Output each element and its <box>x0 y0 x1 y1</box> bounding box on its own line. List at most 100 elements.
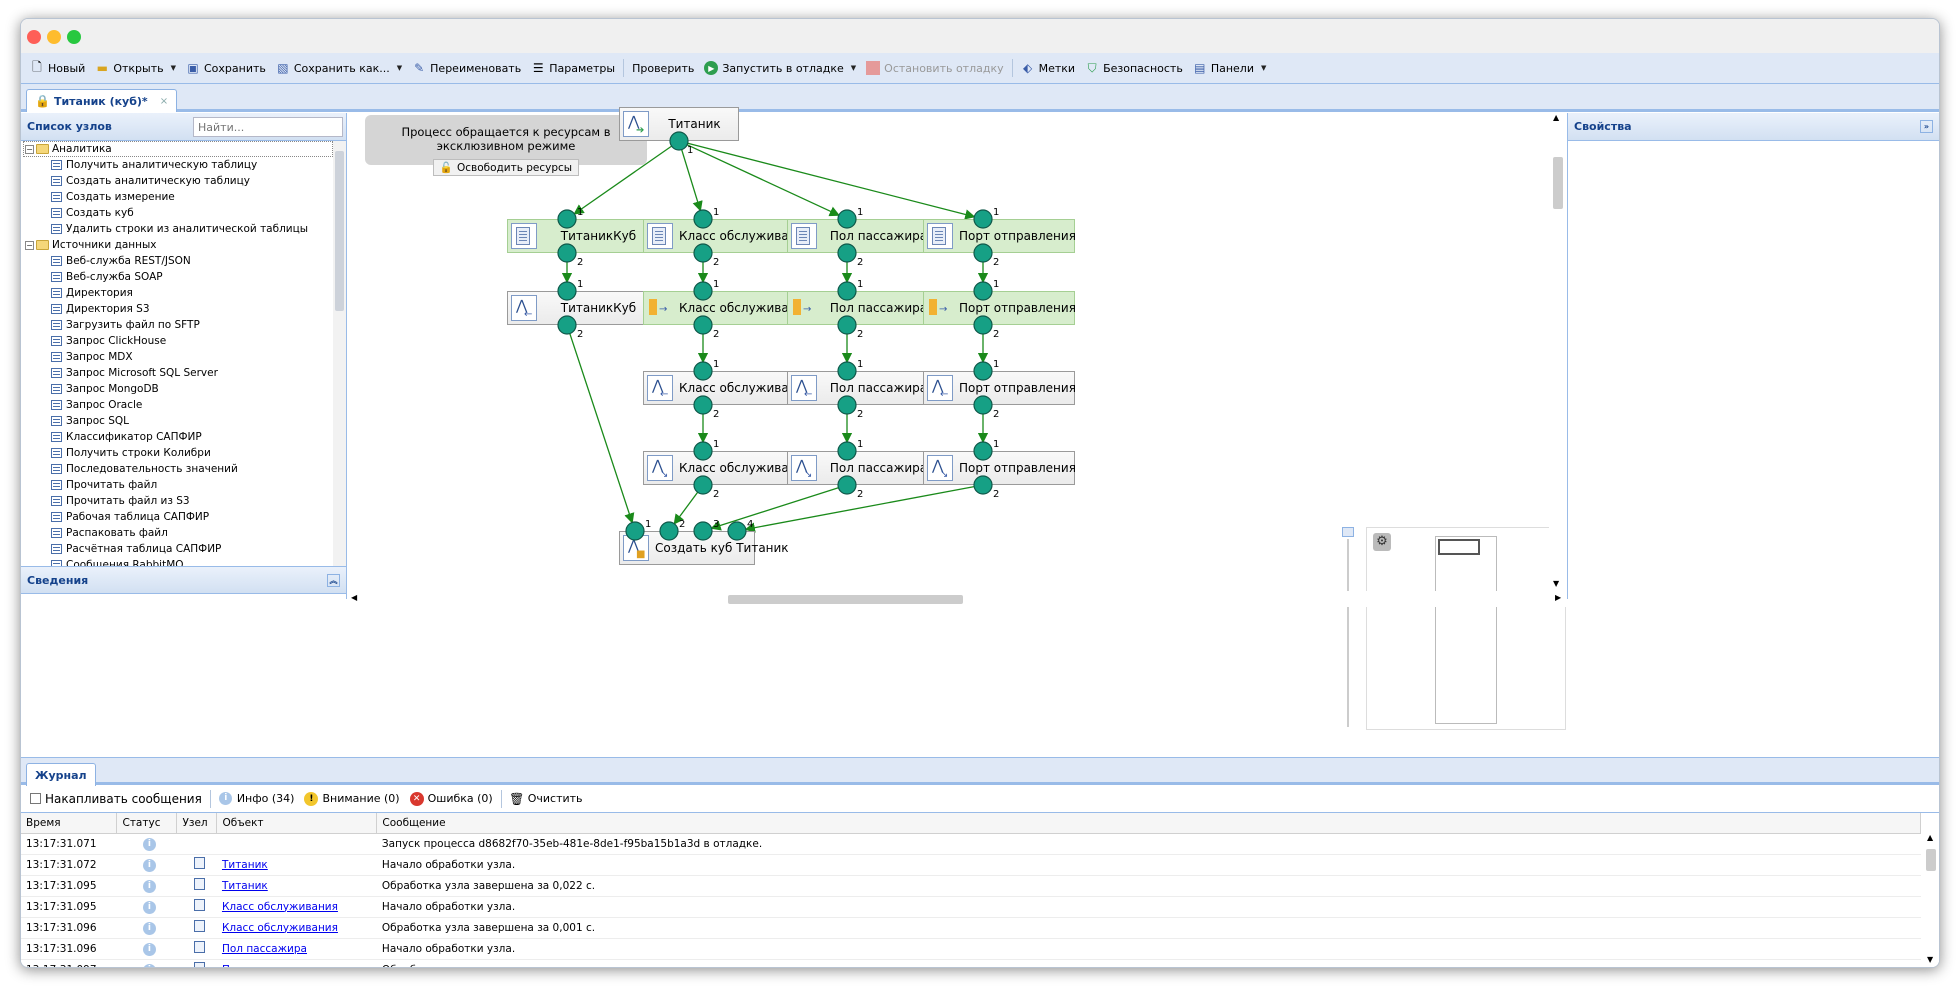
tab-journal[interactable]: Журнал <box>26 763 96 786</box>
input-port[interactable] <box>557 281 577 301</box>
output-port[interactable] <box>693 243 713 263</box>
clear-button[interactable]: 🗑 Очистить <box>505 787 588 811</box>
input-port[interactable] <box>973 441 993 461</box>
output-port[interactable] <box>693 395 713 415</box>
scroll-left-icon[interactable]: ◀ <box>351 593 357 602</box>
checkbox-icon[interactable] <box>30 793 41 804</box>
port-label: 1 <box>577 207 583 218</box>
node-cell <box>176 833 217 855</box>
output-port[interactable] <box>557 315 577 335</box>
column-header[interactable]: Узел <box>176 813 218 834</box>
port-label: 1 <box>993 207 999 218</box>
time-cell: 13:17:31.072 <box>21 854 117 876</box>
node-type-icon <box>193 962 205 967</box>
input-port[interactable] <box>837 209 857 229</box>
input-port[interactable] <box>693 281 713 301</box>
column-header[interactable]: Объект <box>216 813 378 834</box>
object-link[interactable]: Класс обслуживания <box>222 922 338 934</box>
input-port[interactable] <box>973 209 993 229</box>
input-port[interactable] <box>693 521 713 541</box>
canvas-horizontal-scrollbar[interactable]: ◀ ▶ <box>348 591 1568 607</box>
output-port[interactable] <box>669 131 689 151</box>
output-port[interactable] <box>693 475 713 495</box>
filter-info-button[interactable]: i Инфо (34) <box>214 787 300 811</box>
minimap-viewport[interactable] <box>1438 539 1480 555</box>
node-cell <box>176 896 217 918</box>
scroll-down-icon[interactable]: ▼ <box>1553 579 1559 588</box>
properties-header: Свойства » <box>1568 113 1939 141</box>
object-cell[interactable]: Класс обслуживания <box>216 917 377 939</box>
output-port[interactable] <box>837 315 857 335</box>
object-cell[interactable]: Пол пассажира <box>216 959 377 968</box>
scroll-right-icon[interactable]: ▶ <box>1555 593 1561 602</box>
object-link[interactable]: Пол пассажира <box>222 943 307 955</box>
journal-row[interactable]: 13:17:31.071 i Запуск процесса d8682f70-35… <box>21 833 1921 855</box>
output-port[interactable] <box>973 243 993 263</box>
port-label: 1 <box>857 359 863 370</box>
port-label: 2 <box>713 257 719 268</box>
output-port[interactable] <box>973 315 993 335</box>
input-port[interactable] <box>693 209 713 229</box>
message-cell: Начало обработки узла. <box>376 896 1921 918</box>
minimap[interactable]: ⚙ <box>1366 527 1566 730</box>
object-cell[interactable]: Пол пассажира <box>216 938 377 960</box>
object-link[interactable]: Класс обслуживания <box>222 901 338 913</box>
journal-row[interactable]: 13:17:31.095 i Класс обслуживания Начало об… <box>21 896 1921 918</box>
node-type-icon <box>193 920 205 932</box>
port-label: 1 <box>993 439 999 450</box>
object-cell[interactable]: Класс обслуживания <box>216 896 377 918</box>
scroll-up-icon[interactable]: ▲ <box>1553 113 1559 122</box>
input-port[interactable] <box>659 521 679 541</box>
column-header[interactable]: Время <box>21 813 118 834</box>
accumulate-checkbox[interactable]: Накапливать сообщения <box>25 787 207 811</box>
object-cell[interactable]: Титаник <box>216 875 377 897</box>
object-link[interactable]: Титаник <box>222 880 268 892</box>
port-label: 2 <box>993 329 999 340</box>
journal-row[interactable]: 13:17:31.072 i Титаник Начало обработки узл… <box>21 854 1921 876</box>
port-label: 2 <box>577 329 583 340</box>
input-port[interactable] <box>727 521 747 541</box>
app-window: 🗋 Новый ▬ Открыть ▼ ▣ Сохранить ▧ Сохранить к… <box>20 18 1940 968</box>
input-port[interactable] <box>837 441 857 461</box>
object-link[interactable]: Титаник <box>222 859 268 871</box>
column-header[interactable]: Статус <box>116 813 178 834</box>
input-port[interactable] <box>693 361 713 381</box>
output-port[interactable] <box>837 395 857 415</box>
output-port[interactable] <box>693 315 713 335</box>
input-port[interactable] <box>973 281 993 301</box>
scroll-down-icon[interactable]: ▼ <box>1927 955 1933 964</box>
output-port[interactable] <box>837 243 857 263</box>
output-port[interactable] <box>557 243 577 263</box>
scroll-up-icon[interactable]: ▲ <box>1927 833 1933 842</box>
column-header[interactable]: Сообщение <box>376 813 1921 834</box>
journal-row[interactable]: 13:17:31.096 i Класс обслуживания Обработка… <box>21 917 1921 939</box>
time-cell: 13:17:31.097 <box>21 959 117 967</box>
port-label: 1 <box>687 145 693 156</box>
zoom-slider[interactable] <box>1342 527 1354 727</box>
input-port[interactable] <box>557 209 577 229</box>
filter-error-button[interactable]: ✕ Ошибка (0) <box>405 787 498 811</box>
filter-warning-button[interactable]: ! Внимание (0) <box>299 787 404 811</box>
input-port[interactable] <box>973 361 993 381</box>
output-port[interactable] <box>973 395 993 415</box>
object-link[interactable]: Пол пассажира <box>222 964 307 968</box>
journal-row[interactable]: 13:17:31.097 i Пол пассажира Обработка узла… <box>21 959 1921 968</box>
journal-scrollbar[interactable]: ▲ ▼ <box>1923 831 1939 967</box>
input-port[interactable] <box>837 281 857 301</box>
port-label: 2 <box>857 329 863 340</box>
object-cell[interactable]: Титаник <box>216 854 377 876</box>
input-port[interactable] <box>837 361 857 381</box>
output-port[interactable] <box>973 475 993 495</box>
time-cell: 13:17:31.095 <box>21 896 117 918</box>
output-port[interactable] <box>837 475 857 495</box>
gear-icon[interactable]: ⚙ <box>1373 533 1391 551</box>
journal-row[interactable]: 13:17:31.096 i Пол пассажира Начало обработ… <box>21 938 1921 960</box>
canvas-vertical-scrollbar[interactable]: ▲ ▼ <box>1549 113 1567 593</box>
expand-icon[interactable]: » <box>1920 120 1933 133</box>
input-port[interactable] <box>625 521 645 541</box>
journal-row[interactable]: 13:17:31.095 i Титаник Обработка узла завер… <box>21 875 1921 897</box>
properties-panel: Свойства » <box>1567 113 1939 599</box>
input-port[interactable] <box>693 441 713 461</box>
port-label: 1 <box>577 279 583 290</box>
error-icon: ✕ <box>409 791 424 806</box>
